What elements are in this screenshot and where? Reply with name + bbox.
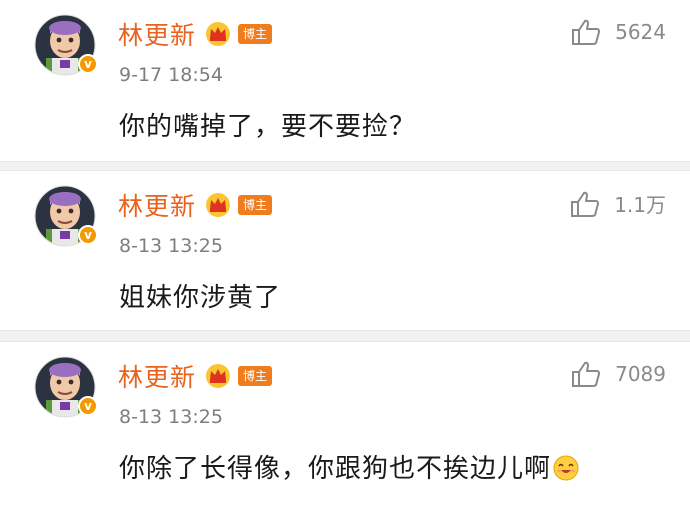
like-count: 5624 [615,20,666,44]
verified-icon: v [78,396,98,416]
crown-icon [206,22,231,46]
thumbs-up-icon [572,361,601,387]
username[interactable]: 林更新 [118,187,196,223]
username[interactable]: 林更新 [118,358,196,394]
divider [0,161,690,171]
like-count: 1.1万 [614,193,666,217]
like-count: 7089 [615,362,666,386]
comment-time: 8-13 13:25 [119,235,223,257]
author-badge: 博主 [238,366,273,386]
like-button[interactable]: 1.1万 [570,189,666,218]
comment-time: 8-13 13:25 [119,406,223,428]
smile-emoji-icon [553,455,579,481]
crown-icon [206,364,231,388]
comment-item[interactable]: v 林更新 博主 9-17 18:54 你的嘴掉了，要不要捡？ 5624 [0,0,690,161]
divider [0,330,690,342]
comment-item[interactable]: v 林更新 博主 8-13 13:25 姐妹你涉黄了 1.1万 [0,171,690,330]
verified-icon: v [78,54,98,74]
comment-text: 你除了长得像，你跟狗也不挨边儿啊 [119,454,552,484]
like-button[interactable]: 5624 [571,18,666,46]
like-button[interactable]: 7089 [571,360,666,388]
author-badge: 博主 [238,195,273,215]
avatar[interactable]: v [34,185,98,247]
avatar[interactable]: v [34,356,98,418]
username[interactable]: 林更新 [118,16,196,52]
author-badge: 博主 [238,24,273,44]
comment-time: 9-17 18:54 [119,64,223,86]
thumbs-up-icon [571,191,600,217]
comment-text: 你的嘴掉了，要不要捡？ [119,112,417,142]
verified-icon: v [78,225,98,245]
comment-text-row: 你除了长得像，你跟狗也不挨边儿啊 [119,448,579,485]
avatar[interactable]: v [34,14,98,76]
comment-item[interactable]: v 林更新 博主 8-13 13:25 你除了长得像，你跟狗也不挨边儿啊 708… [0,342,690,507]
crown-icon [206,193,231,217]
comment-text: 姐妹你涉黄了 [119,283,282,313]
comment-feed: v 林更新 博主 9-17 18:54 你的嘴掉了，要不要捡？ 5624 v 林… [0,0,690,507]
thumbs-up-icon [572,19,601,45]
